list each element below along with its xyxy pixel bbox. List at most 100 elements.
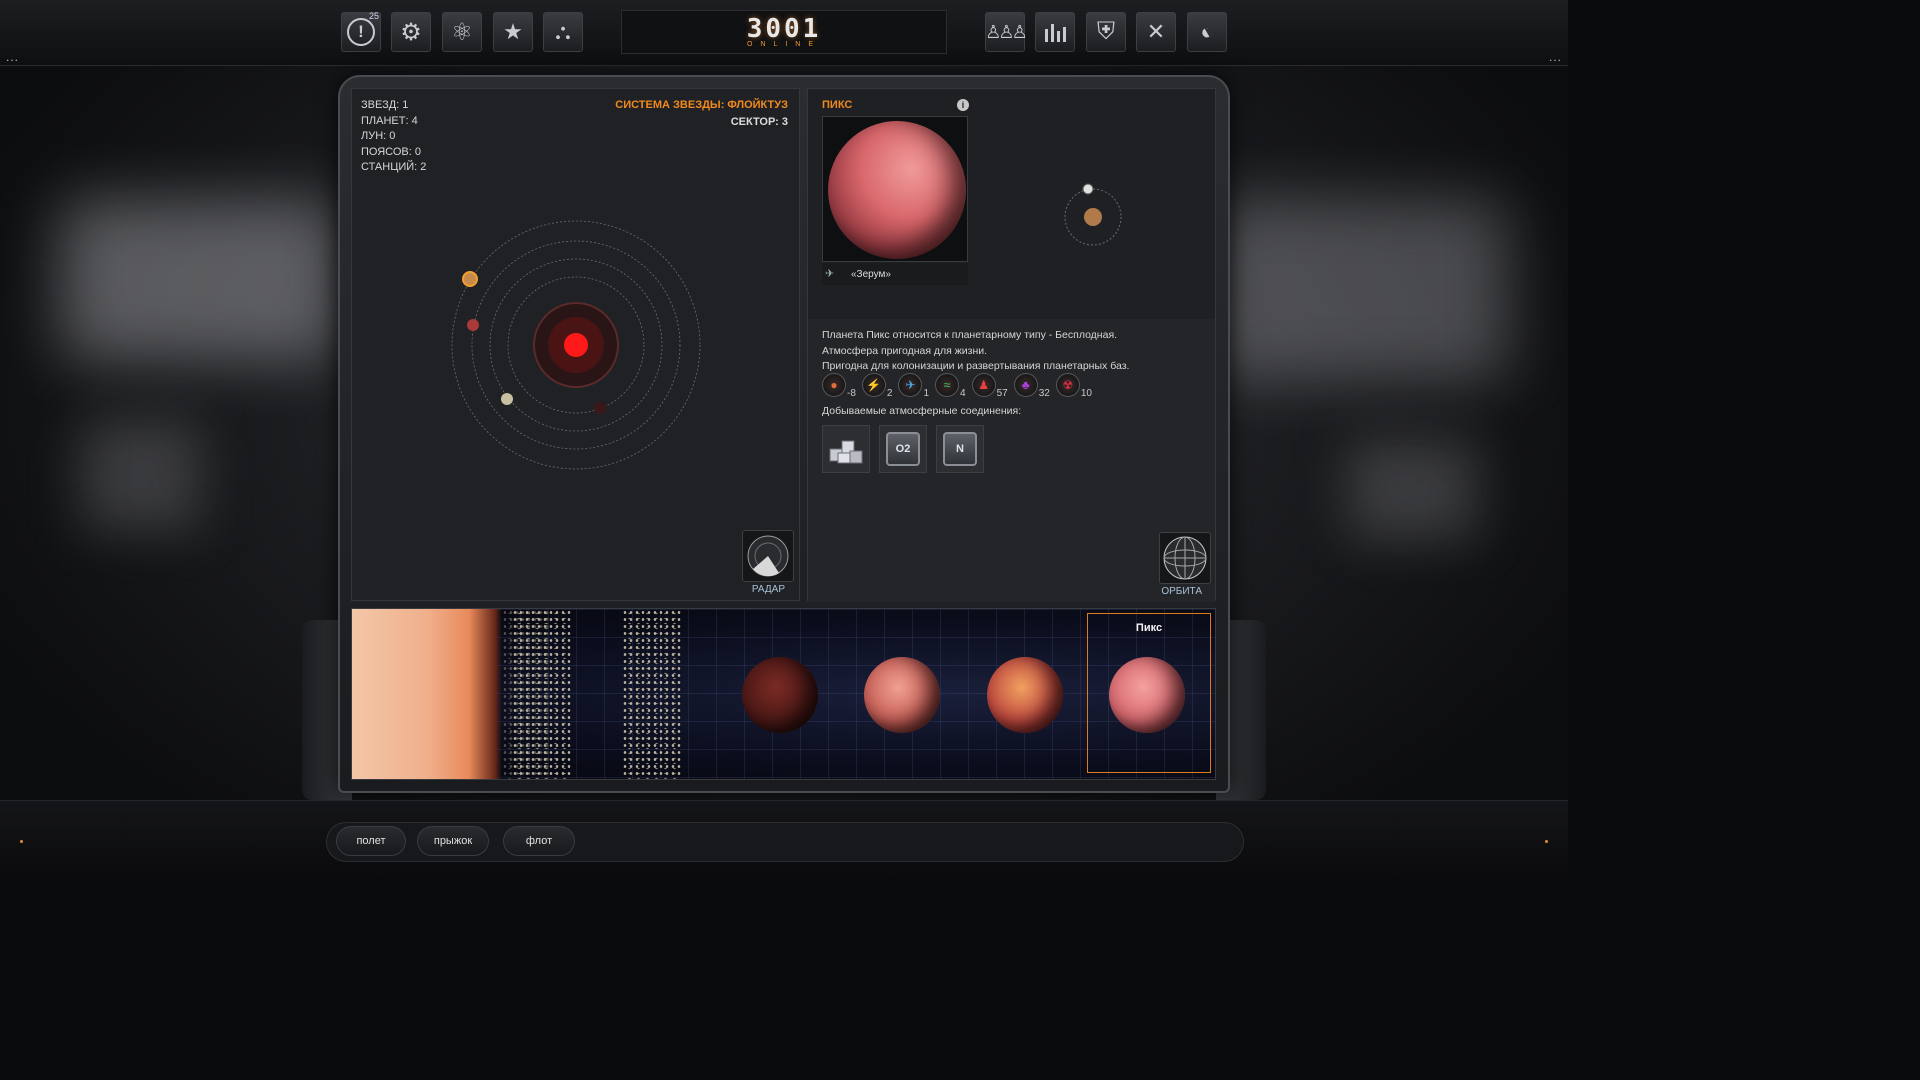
star-core[interactable] [564,333,588,357]
right-menu-dots[interactable]: ... [1549,50,1562,64]
atom-icon: ⚛ [451,18,473,46]
jump-button[interactable]: прыжок [417,826,489,856]
radar-button[interactable] [742,530,794,582]
station-name: «Зерум» [851,268,891,280]
population-icon: ♟ [971,373,996,397]
star-system-panel: ЗВЕЗД: 1 ПЛАНЕТ: 4 ЛУН: 0 ПОЯСОВ: 0 СТАН… [351,88,800,601]
shield-icon: ⛨ [1097,18,1115,45]
planet-description: Планета Пикс относится к планетарному ти… [822,328,1129,375]
compounds-title: Добываемые атмосферные соединения: [822,405,1022,417]
planet-name: ПИКС [822,99,853,111]
background-blur [60,200,340,360]
station-row[interactable]: ✈ «Зерум» [822,263,968,285]
orbit-button[interactable] [1159,532,1211,584]
population-button[interactable]: ♙♙♙ [985,12,1028,52]
planet-header: ПИКС i ✈ «Зерум» [808,89,1215,319]
resource-bio[interactable]: ♣ 32 [1013,373,1052,399]
background-blur [1348,440,1478,540]
description-line: Планета Пикс относится к планетарному ти… [822,329,1118,341]
resource-value: 32 [1038,388,1050,399]
planet-details: Планета Пикс относится к планетарному ти… [808,319,1215,602]
background-blur [1208,200,1508,380]
planet-marker[interactable] [594,402,606,414]
selection-frame: Пикс [1087,613,1211,773]
temperature-icon: ● [822,373,846,397]
left-menu-dots[interactable]: ... [6,50,19,64]
resource-hazard[interactable]: ☢ 10 [1055,373,1094,399]
planet-thumb[interactable] [987,657,1063,733]
star-surface[interactable] [352,609,502,779]
planet-marker[interactable] [467,319,479,331]
star-icon: ★ [503,19,523,44]
planet-panel: ПИКС i ✈ «Зерум» Планета Пикс относится … [807,88,1216,602]
globe-grid-icon [1163,536,1207,580]
planet-marker-selected[interactable] [462,271,478,287]
station-icon: ✈ [825,268,835,280]
top-bar: ... ... ! 25 ⚙ ⚛ ★ ⛬ 3001 ONLINE ♙♙♙ ⛨ ✕… [0,0,1568,66]
resource-row: ● -8 ⚡ 2 ✈ 1 ≈ 4 ♟ 57 ♣ 32 ☢ 10 [822,373,1094,399]
game-screen: ... ... ! 25 ⚙ ⚛ ★ ⛬ 3001 ONLINE ♙♙♙ ⛨ ✕… [0,0,1568,882]
science-button[interactable]: ⚛ [442,12,482,52]
bio-icon: ♣ [1013,373,1038,397]
alerts-button[interactable]: ! 25 [341,11,381,52]
system-map [451,220,701,470]
wind-icon: ✈ [898,373,923,397]
fleet-button[interactable]: флот [503,826,575,856]
planet-portrait [822,116,968,262]
background-blur [80,420,200,530]
resource-value: 1 [923,388,930,399]
oxygen-icon: O2 [886,432,920,466]
flight-button[interactable]: полет [336,826,406,856]
station-marker[interactable] [1082,183,1094,195]
satellite-dish-icon: ◐ [1194,17,1219,46]
favorites-button[interactable]: ★ [493,12,533,52]
structure-button[interactable]: ⛬ [543,12,583,52]
resource-value: -8 [847,388,856,399]
selected-planet-label: Пикс [1135,622,1163,634]
gear-icon: ⚙ [400,18,422,46]
resource-value: 57 [996,388,1008,399]
resource-temperature[interactable]: ● -8 [822,373,858,399]
alerts-badge: 25 [368,11,379,21]
indicator-light [1545,840,1548,843]
planet-marker[interactable] [501,393,513,405]
radar-label: РАДАР [751,584,785,595]
description-line: Атмосфера пригодная для жизни. [822,344,988,357]
radar-icon [747,535,789,577]
asteroid-belt[interactable] [512,609,572,779]
defense-button[interactable]: ⛨ [1086,12,1126,52]
planet-thumb[interactable] [742,657,818,733]
orbit-label: ОРБИТА [1161,586,1202,597]
planet-image [828,121,966,259]
hazard-icon: ☢ [1055,373,1080,397]
resource-energy[interactable]: ⚡ 2 [861,373,895,399]
compound-crystals[interactable] [822,425,870,473]
hierarchy-icon: ⛬ [555,19,571,44]
compound-oxygen[interactable]: O2 [879,425,927,473]
fullscreen-button[interactable]: ✕ [1136,12,1176,52]
logo-title: 3001 [746,13,822,44]
resource-seismic[interactable]: ≈ 4 [935,373,968,399]
asteroid-belt[interactable] [622,609,682,779]
alert-icon: ! [347,18,375,46]
indicator-light [20,840,23,843]
resource-population[interactable]: ♟ 57 [971,373,1010,399]
expand-icon: ✕ [1146,19,1166,44]
info-icon[interactable]: i [957,99,969,111]
settings-button[interactable]: ⚙ [391,12,431,52]
compounds-list: O2 N [822,425,984,473]
logo-subtitle: ONLINE [746,40,822,48]
stats-button[interactable] [1035,12,1075,52]
compound-nitrogen[interactable]: N [936,425,984,473]
seismic-icon: ≈ [935,373,960,397]
planet-thumb[interactable] [864,657,940,733]
game-logo[interactable]: 3001 ONLINE [621,10,947,54]
satellite-button[interactable]: ◐ [1187,12,1227,52]
people-icon: ♙♙♙ [985,21,1027,42]
energy-icon: ⚡ [861,373,886,397]
bar-chart-icon [1045,24,1066,42]
planet-orbit-preview [1064,183,1122,246]
resource-wind[interactable]: ✈ 1 [898,373,931,399]
nitrogen-icon: N [943,432,977,466]
resource-value: 10 [1080,388,1092,399]
